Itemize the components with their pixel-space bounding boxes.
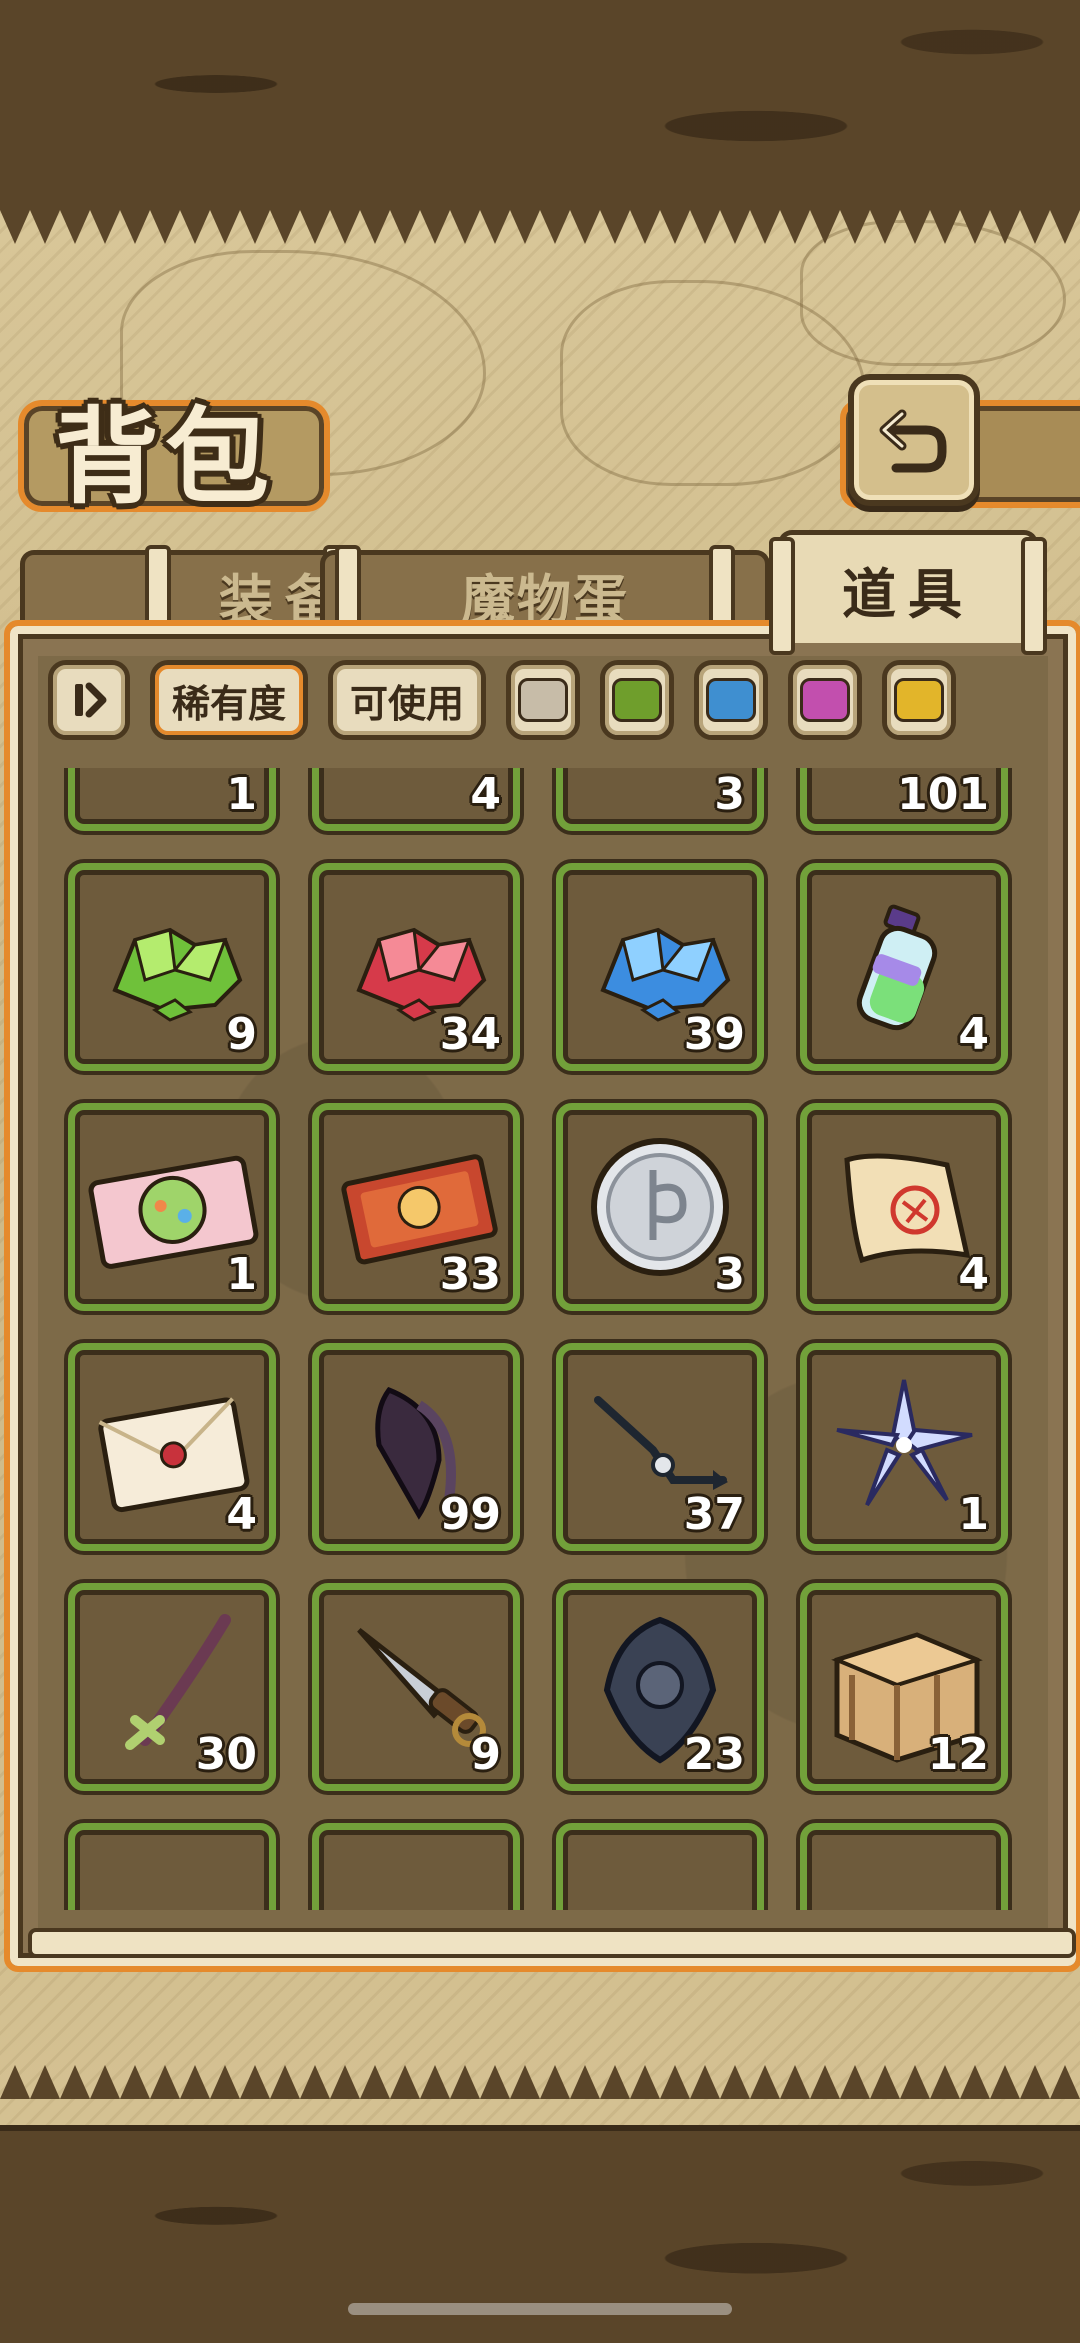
- item-quantity: 9: [226, 1009, 257, 1060]
- rarity-swatch: [894, 678, 944, 722]
- item-quantity: 9: [470, 1729, 501, 1780]
- usable-filter-button[interactable]: 可使用: [328, 660, 486, 740]
- filter-bar: 稀有度 可使用: [48, 660, 1048, 740]
- item-quantity: 99: [439, 1489, 501, 1540]
- item-quantity: 1: [226, 769, 257, 820]
- item-slot[interactable]: [800, 1823, 1008, 1910]
- sort-toggle-icon: [75, 682, 107, 718]
- item-quantity: 4: [958, 1009, 989, 1060]
- rarity-filter-rare[interactable]: [694, 660, 768, 740]
- panel-bottom-rail: [28, 1928, 1076, 1958]
- return-arrow-icon: [879, 409, 947, 473]
- item-slot[interactable]: 101: [800, 768, 1008, 831]
- item-quantity: 101: [897, 769, 989, 820]
- rarity-filter-common[interactable]: [506, 660, 580, 740]
- item-quantity: 12: [927, 1729, 989, 1780]
- item-slot[interactable]: 1: [68, 768, 276, 831]
- item-quantity: 1: [226, 1249, 257, 1300]
- rarity-filter-legendary[interactable]: [882, 660, 956, 740]
- item-quantity: 30: [195, 1729, 257, 1780]
- item-slot[interactable]: 1: [68, 1103, 276, 1311]
- tab-bar: 装备 魔物蛋 道具: [20, 530, 1065, 655]
- item-slot[interactable]: 34: [312, 863, 520, 1071]
- item-slot[interactable]: [556, 1823, 764, 1910]
- item-quantity: 39: [683, 1009, 745, 1060]
- item-slot[interactable]: 99: [312, 1343, 520, 1551]
- item-quantity: 4: [958, 1249, 989, 1300]
- home-indicator[interactable]: [348, 2303, 732, 2315]
- sort-toggle-button[interactable]: [48, 660, 130, 740]
- rarity-swatch: [800, 678, 850, 722]
- item-slot[interactable]: 9: [312, 1583, 520, 1791]
- item-slot[interactable]: 4: [800, 1103, 1008, 1311]
- top-map-band: [0, 0, 1080, 216]
- item-slot[interactable]: 39: [556, 863, 764, 1071]
- item-slot[interactable]: 23: [556, 1583, 764, 1791]
- item-quantity: 34: [439, 1009, 501, 1060]
- item-slot[interactable]: 1: [800, 1343, 1008, 1551]
- item-slot[interactable]: 30: [68, 1583, 276, 1791]
- zigzag-top-edge: [0, 210, 1080, 244]
- rarity-filter-epic[interactable]: [788, 660, 862, 740]
- tab-items[interactable]: 道具: [769, 530, 1047, 655]
- item-slot[interactable]: [312, 1823, 520, 1910]
- item-quantity: 4: [470, 769, 501, 820]
- rarity-filter-uncommon[interactable]: [600, 660, 674, 740]
- item-quantity: 37: [683, 1489, 745, 1540]
- rarity-swatch: [612, 678, 662, 722]
- item-slot[interactable]: 12: [800, 1583, 1008, 1791]
- item-slot[interactable]: 3: [556, 1103, 764, 1311]
- item-quantity: 33: [439, 1249, 501, 1300]
- zigzag-bottom-edge: [0, 2065, 1080, 2099]
- item-quantity: 1: [958, 1489, 989, 1540]
- item-quantity: 3: [714, 1249, 745, 1300]
- item-quantity: 3: [714, 769, 745, 820]
- item-slot[interactable]: 3: [556, 768, 764, 831]
- item-slot[interactable]: 37: [556, 1343, 764, 1551]
- item-slot[interactable]: 4: [312, 768, 520, 831]
- item-quantity: 4: [226, 1489, 257, 1540]
- item-grid[interactable]: 1 4 3 101 9 34 39 4 1 33 3 4 4 99 37 1 30 9…: [40, 768, 1040, 1910]
- rarity-swatch: [706, 678, 756, 722]
- rarity-swatch: [518, 678, 568, 722]
- item-slot[interactable]: 9: [68, 863, 276, 1071]
- page-title: 背包: [55, 395, 276, 518]
- tab-label: 道具: [842, 562, 974, 626]
- item-slot[interactable]: [68, 1823, 276, 1910]
- item-quantity: 23: [683, 1729, 745, 1780]
- rarity-sort-button[interactable]: 稀有度: [150, 660, 308, 740]
- item-slot[interactable]: 33: [312, 1103, 520, 1311]
- back-button[interactable]: [848, 374, 980, 506]
- item-slot[interactable]: 4: [68, 1343, 276, 1551]
- item-slot[interactable]: 4: [800, 863, 1008, 1071]
